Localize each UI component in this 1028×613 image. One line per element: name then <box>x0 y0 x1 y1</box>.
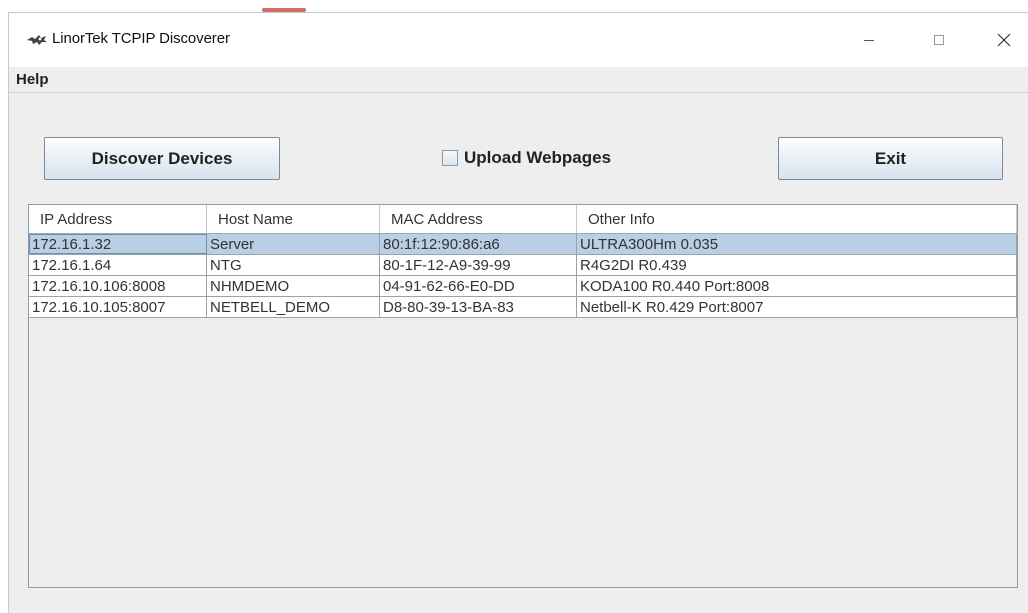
maximize-icon <box>934 35 944 45</box>
minimize-icon <box>864 40 874 41</box>
upload-webpages-label[interactable]: Upload Webpages <box>464 148 611 168</box>
cell-ip-address[interactable]: 172.16.10.105:8007 <box>29 297 207 317</box>
close-button[interactable] <box>984 23 1024 57</box>
discover-devices-button[interactable]: Discover Devices <box>44 137 280 180</box>
table-body: 172.16.1.32 Server 80:1f:12:90:86:a6 ULT… <box>29 234 1017 318</box>
cell-ip-address[interactable]: 172.16.1.64 <box>29 255 207 275</box>
cell-host-name[interactable]: Server <box>207 234 380 254</box>
minimize-button[interactable] <box>849 23 889 57</box>
cell-other-info[interactable]: R4G2DI R0.439 <box>577 255 1017 275</box>
maximize-button[interactable] <box>919 23 959 57</box>
cell-ip-address[interactable]: 172.16.1.32 <box>29 234 207 254</box>
cell-other-info[interactable]: ULTRA300Hm 0.035 <box>577 234 1017 254</box>
upload-webpages-checkbox[interactable] <box>442 150 458 166</box>
title-bar[interactable]: LinorTek TCPIP Discoverer <box>9 13 1028 67</box>
table-header: IP Address Host Name MAC Address Other I… <box>29 205 1017 234</box>
window-title: LinorTek TCPIP Discoverer <box>52 30 230 47</box>
table-row[interactable]: 172.16.10.105:8007 NETBELL_DEMO D8-80-39… <box>29 297 1017 318</box>
close-icon <box>997 33 1011 47</box>
table-row[interactable]: 172.16.10.106:8008 NHMDEMO 04-91-62-66-E… <box>29 276 1017 297</box>
exit-button[interactable]: Exit <box>778 137 1003 180</box>
column-header-other-info[interactable]: Other Info <box>577 205 1017 233</box>
cell-other-info[interactable]: KODA100 R0.440 Port:8008 <box>577 276 1017 296</box>
cell-mac-address[interactable]: 80-1F-12-A9-39-99 <box>380 255 577 275</box>
cell-mac-address[interactable]: 80:1f:12:90:86:a6 <box>380 234 577 254</box>
menu-help[interactable]: Help <box>12 70 53 89</box>
cell-other-info[interactable]: Netbell-K R0.429 Port:8007 <box>577 297 1017 317</box>
linortek-logo-icon <box>26 33 48 47</box>
upload-webpages-option[interactable]: Upload Webpages <box>442 147 611 169</box>
cell-mac-address[interactable]: 04-91-62-66-E0-DD <box>380 276 577 296</box>
column-header-host-name[interactable]: Host Name <box>207 205 380 233</box>
app-window: LinorTek TCPIP Discoverer Help Discover … <box>8 12 1028 613</box>
cell-mac-address[interactable]: D8-80-39-13-BA-83 <box>380 297 577 317</box>
screen: LinorTek TCPIP Discoverer Help Discover … <box>0 0 1028 613</box>
column-header-ip-address[interactable]: IP Address <box>29 205 207 233</box>
table-row[interactable]: 172.16.1.32 Server 80:1f:12:90:86:a6 ULT… <box>29 234 1017 255</box>
menu-bar: Help <box>9 67 1028 93</box>
table-row[interactable]: 172.16.1.64 NTG 80-1F-12-A9-39-99 R4G2DI… <box>29 255 1017 276</box>
cell-host-name[interactable]: NTG <box>207 255 380 275</box>
cell-host-name[interactable]: NETBELL_DEMO <box>207 297 380 317</box>
column-header-mac-address[interactable]: MAC Address <box>380 205 577 233</box>
cell-ip-address[interactable]: 172.16.10.106:8008 <box>29 276 207 296</box>
devices-table[interactable]: IP Address Host Name MAC Address Other I… <box>28 204 1018 588</box>
cell-host-name[interactable]: NHMDEMO <box>207 276 380 296</box>
